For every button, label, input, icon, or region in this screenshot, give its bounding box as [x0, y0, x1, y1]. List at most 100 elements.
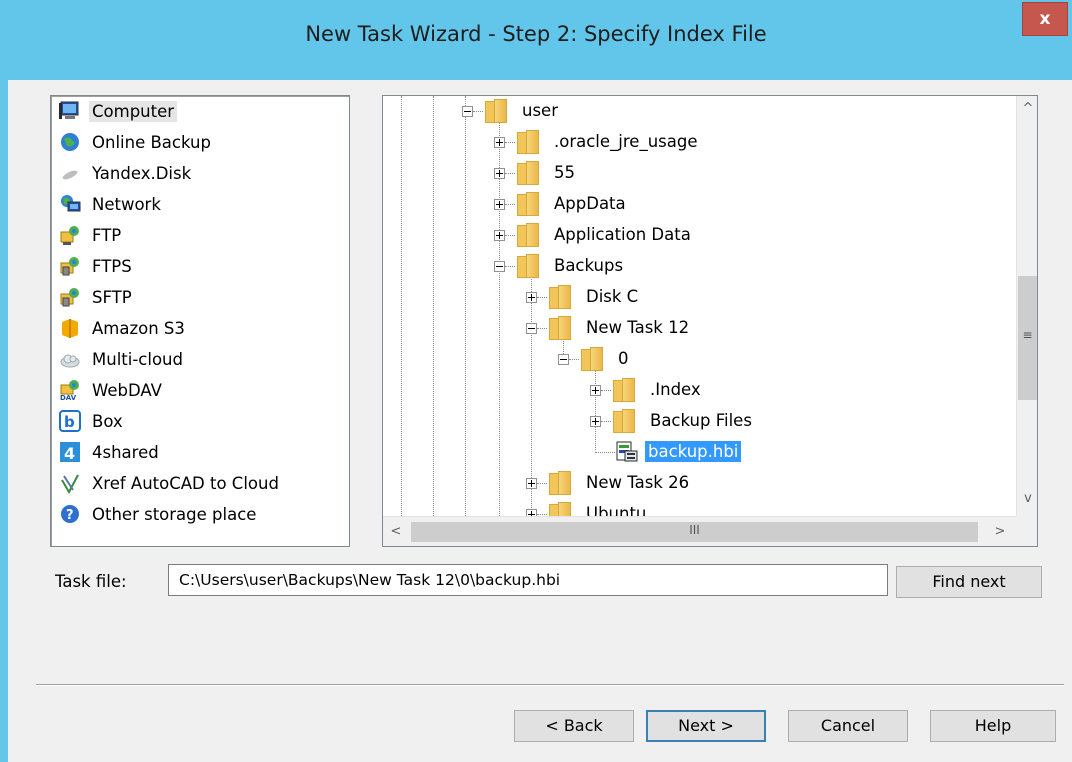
cancel-button[interactable]: Cancel	[788, 710, 908, 742]
storage-item-box[interactable]: b Box	[59, 407, 126, 435]
storage-item-ftps[interactable]: FTPS	[59, 252, 135, 280]
collapse-icon[interactable]	[462, 106, 473, 117]
folder-icon	[549, 316, 571, 340]
tree-node-label: .oracle_jre_usage	[554, 132, 698, 151]
svg-text:DAV: DAV	[60, 394, 77, 401]
tree-node-backups[interactable]: Backups	[383, 251, 1003, 281]
4shared-icon: 4	[59, 441, 81, 463]
tree-node-appdata[interactable]: AppData	[383, 189, 1003, 219]
tree-node-label: .Index	[650, 380, 701, 399]
storage-item-label: Online Backup	[92, 132, 211, 152]
storage-item-online-backup[interactable]: Online Backup	[59, 128, 214, 156]
task-file-input[interactable]	[168, 564, 888, 596]
storage-item-label: Amazon S3	[92, 318, 185, 338]
tree-vertical-scrollbar[interactable]: ^ ≡ v	[1016, 96, 1037, 516]
collapse-icon[interactable]	[494, 261, 505, 272]
storage-item-webdav[interactable]: DAV WebDAV	[59, 376, 165, 404]
tree-node-label: Backups	[554, 256, 624, 275]
scroll-right-icon[interactable]: >	[989, 521, 1011, 543]
tree-node-backup-files[interactable]: Backup Files	[383, 406, 1003, 436]
storage-item-label: Box	[92, 411, 123, 431]
expand-icon[interactable]	[526, 509, 537, 516]
tree-node-0[interactable]: 0	[383, 344, 1003, 374]
tree-node-new-task-26[interactable]: New Task 26	[383, 468, 1003, 498]
tree-node-index[interactable]: .Index	[383, 375, 1003, 405]
tree-node-label: New Task 12	[586, 318, 690, 337]
storage-item-ftp[interactable]: FTP	[59, 221, 124, 249]
close-button[interactable]: x	[1022, 2, 1068, 36]
tree-horizontal-scrollbar[interactable]: < III >	[383, 516, 1016, 546]
expand-icon[interactable]	[526, 292, 537, 303]
tree-node-user[interactable]: user	[383, 96, 1003, 126]
tree-node-label: New Task 26	[586, 473, 690, 492]
scroll-up-icon[interactable]: ^	[1017, 98, 1037, 120]
storage-item-other[interactable]: ? Other storage place	[59, 500, 259, 528]
tree-node-backup-hbi[interactable]: backup.hbi	[383, 437, 1003, 467]
expand-icon[interactable]	[494, 199, 505, 210]
ftps-icon	[59, 255, 81, 277]
tree-node-new-task-12[interactable]: New Task 12	[383, 313, 1003, 343]
tree-node-label: Disk C	[586, 287, 639, 306]
tree-node-disk-c[interactable]: Disk C	[383, 282, 1003, 312]
tree-node-label: Ubuntu	[586, 504, 647, 516]
folder-tree[interactable]: user .oracle_jre_usage 55 AppData Applic…	[382, 95, 1038, 547]
horizontal-scroll-thumb[interactable]: III	[411, 522, 978, 542]
tree-node-label: user	[522, 101, 558, 120]
next-button[interactable]: Next >	[646, 710, 766, 742]
storage-item-multi-cloud[interactable]: Multi-cloud	[59, 345, 186, 373]
folder-icon	[549, 502, 571, 516]
expand-icon[interactable]	[590, 416, 601, 427]
webdav-icon: DAV	[59, 379, 81, 402]
tree-node-label: Backup Files	[650, 411, 752, 430]
storage-item-label: SFTP	[92, 287, 132, 307]
collapse-icon[interactable]	[558, 354, 569, 365]
expand-icon[interactable]	[590, 385, 601, 396]
help-button[interactable]: Help	[930, 710, 1056, 742]
wizard-window: New Task Wizard - Step 2: Specify Index …	[0, 0, 1072, 762]
storage-item-sftp[interactable]: SFTP	[59, 283, 135, 311]
find-next-button[interactable]: Find next	[896, 566, 1042, 598]
collapse-icon[interactable]	[526, 323, 537, 334]
tree-node-oracle-jre-usage[interactable]: .oracle_jre_usage	[383, 127, 1003, 157]
expand-icon[interactable]	[494, 137, 505, 148]
folder-icon	[613, 378, 635, 402]
folder-icon	[549, 471, 571, 495]
svg-text:4: 4	[64, 444, 75, 463]
vertical-scroll-thumb[interactable]: ≡	[1018, 276, 1037, 400]
wizard-body: Computer Online Backup Yandex.Disk Netwo…	[8, 80, 1072, 762]
tree-node-label: Application Data	[554, 225, 691, 244]
expand-icon[interactable]	[526, 478, 537, 489]
storage-item-amazon-s3[interactable]: Amazon S3	[59, 314, 188, 342]
folder-icon	[485, 99, 507, 123]
xref-icon	[59, 472, 81, 495]
task-file-label: Task file:	[55, 572, 127, 591]
tree-node-label: backup.hbi	[645, 441, 742, 462]
scroll-down-icon[interactable]: v	[1017, 488, 1037, 510]
storage-type-list[interactable]: Computer Online Backup Yandex.Disk Netwo…	[50, 95, 350, 547]
storage-item-xref-autocad[interactable]: Xref AutoCAD to Cloud	[59, 469, 282, 497]
tree-node-ubuntu[interactable]: Ubuntu	[383, 499, 1003, 516]
cloud-icon	[59, 348, 81, 370]
tree-node-application-data[interactable]: Application Data	[383, 220, 1003, 250]
storage-item-label: WebDAV	[92, 380, 162, 400]
expand-icon[interactable]	[494, 168, 505, 179]
expand-icon[interactable]	[494, 230, 505, 241]
storage-item-computer[interactable]: Computer	[59, 97, 178, 125]
yandex-disk-icon	[59, 162, 81, 184]
folder-icon	[517, 223, 539, 247]
storage-item-network[interactable]: Network	[59, 190, 164, 218]
scroll-left-icon[interactable]: <	[385, 521, 407, 543]
tree-node-55[interactable]: 55	[383, 158, 1003, 188]
folder-icon	[549, 285, 571, 309]
folder-icon	[517, 254, 539, 278]
title-bar: New Task Wizard - Step 2: Specify Index …	[0, 0, 1072, 80]
sftp-icon	[59, 286, 81, 308]
storage-item-label: 4shared	[92, 442, 159, 462]
back-button[interactable]: < Back	[514, 710, 634, 742]
storage-item-label: Xref AutoCAD to Cloud	[92, 473, 279, 493]
separator	[36, 684, 1064, 686]
network-icon	[59, 193, 81, 215]
storage-item-yandex-disk[interactable]: Yandex.Disk	[59, 159, 194, 187]
amazon-s3-icon	[59, 317, 81, 339]
storage-item-4shared[interactable]: 4 4shared	[59, 438, 162, 466]
